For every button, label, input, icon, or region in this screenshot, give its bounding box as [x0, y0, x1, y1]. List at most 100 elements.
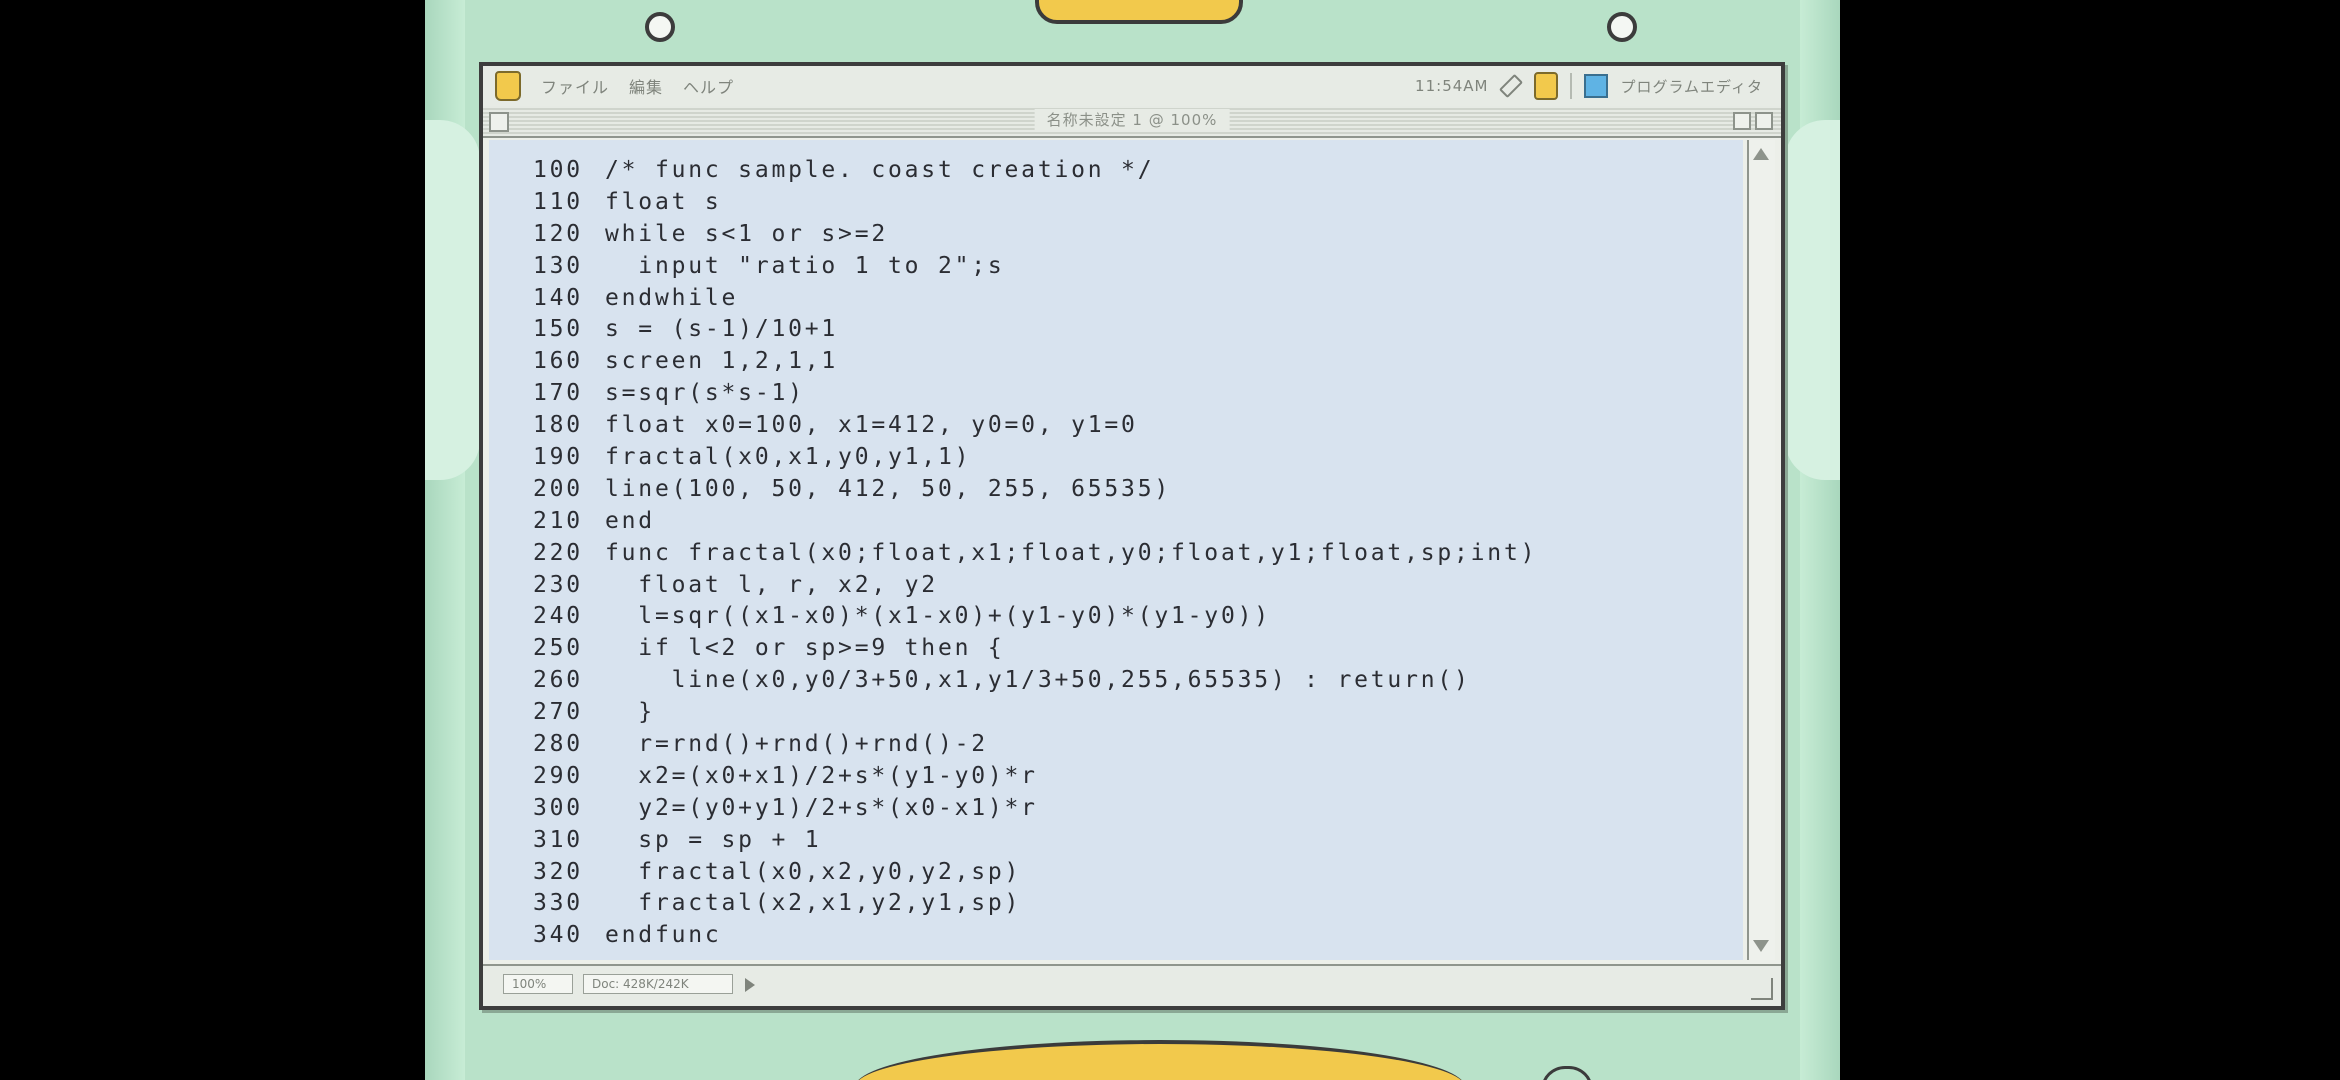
frame-top-clip — [1035, 0, 1243, 24]
line-number: 200 — [533, 475, 583, 502]
frame-screw-right — [1607, 12, 1637, 42]
code-line: 120 while s<1 or s>=2 — [533, 218, 1537, 250]
line-number: 280 — [533, 730, 583, 757]
menu-file[interactable]: ファイル — [541, 74, 609, 98]
line-text: /* func sample. coast creation */ — [605, 156, 1155, 183]
code-line: 280 r=rnd()+rnd()+rnd()-2 — [533, 728, 1537, 760]
code-line: 250 if l<2 or sp>=9 then { — [533, 632, 1537, 664]
scroll-down-icon[interactable] — [1753, 940, 1769, 952]
line-text: input "ratio 1 to 2";s — [605, 252, 1005, 279]
code-line: 270 } — [533, 696, 1537, 728]
scroll-up-icon[interactable] — [1753, 148, 1769, 160]
line-number: 320 — [533, 858, 583, 885]
menu-edit[interactable]: 編集 — [629, 74, 663, 98]
line-text: float x0=100, x1=412, y0=0, y1=0 — [605, 412, 1138, 439]
line-text: func fractal(x0;float,x1;float,y0;float,… — [605, 539, 1538, 566]
line-number: 290 — [533, 762, 583, 789]
line-text: r=rnd()+rnd()+rnd()-2 — [605, 730, 988, 757]
document-size[interactable]: Doc: 428K/242K — [583, 974, 733, 994]
line-number: 250 — [533, 635, 583, 662]
program-editor-icon[interactable] — [1584, 74, 1609, 98]
frame-screw-left — [645, 12, 675, 42]
code-line: 310 sp = sp + 1 — [533, 824, 1537, 856]
collapse-box-icon[interactable] — [1755, 112, 1773, 130]
code-line: 300 y2=(y0+y1)/2+s*(x0-x1)*r — [533, 792, 1537, 824]
code-line: 190 fractal(x0,x1,y0,y1,1) — [533, 441, 1537, 473]
line-text: float s — [605, 188, 722, 215]
code-line: 200 line(100, 50, 412, 50, 255, 65535) — [533, 473, 1537, 505]
window-title: 名称未設定 1 @ 100% — [1034, 109, 1230, 130]
line-number: 150 — [533, 316, 583, 343]
zoom-level[interactable]: 100% — [503, 974, 573, 994]
line-number: 180 — [533, 412, 583, 439]
pencil-icon[interactable] — [1499, 73, 1524, 99]
line-number: 160 — [533, 348, 583, 375]
code-line: 330 fractal(x2,x1,y2,y1,sp) — [533, 887, 1537, 919]
code-line: 160 screen 1,2,1,1 — [533, 345, 1537, 377]
line-text: line(100, 50, 412, 50, 255, 65535) — [605, 475, 1172, 502]
code-line: 240 l=sqr((x1-x0)*(x1-x0)+(y1-y0)*(y1-y0… — [533, 600, 1537, 632]
line-number: 130 — [533, 252, 583, 279]
code-line: 130 input "ratio 1 to 2";s — [533, 250, 1537, 282]
line-number: 330 — [533, 890, 583, 917]
code-line: 210 end — [533, 505, 1537, 537]
code-line: 110 float s — [533, 186, 1537, 218]
status-bar: 100% Doc: 428K/242K — [483, 964, 1781, 1006]
line-number: 310 — [533, 826, 583, 853]
code-editor[interactable]: 100 /* func sample. coast creation */ 110 f… — [489, 140, 1743, 960]
app-switcher-icon[interactable] — [1534, 72, 1559, 100]
apple-menu-icon[interactable] — [495, 71, 521, 101]
line-text: s=sqr(s*s-1) — [605, 380, 805, 407]
line-text: while s<1 or s>=2 — [605, 220, 889, 247]
window-titlebar[interactable]: 名称未設定 1 @ 100% — [483, 106, 1781, 138]
line-text: s = (s-1)/10+1 — [605, 316, 839, 343]
menubar-right: 11:54AM プログラムエディタ — [1415, 72, 1763, 100]
scroll-right-icon[interactable] — [745, 978, 755, 992]
line-text: screen 1,2,1,1 — [605, 348, 839, 375]
line-text: if l<2 or sp>=9 then { — [605, 635, 1005, 662]
line-number: 270 — [533, 699, 583, 726]
line-number: 340 — [533, 922, 583, 949]
resize-grip-icon[interactable] — [1751, 978, 1773, 1000]
line-text: sp = sp + 1 — [605, 826, 822, 853]
code-line: 170 s=sqr(s*s-1) — [533, 377, 1537, 409]
line-number: 110 — [533, 188, 583, 215]
zoom-box-icon[interactable] — [1733, 112, 1751, 130]
vertical-scrollbar[interactable] — [1747, 140, 1775, 960]
code-line: 180 float x0=100, x1=412, y0=0, y1=0 — [533, 409, 1537, 441]
line-number: 240 — [533, 603, 583, 630]
line-text: fractal(x2,x1,y2,y1,sp) — [605, 890, 1022, 917]
line-number: 210 — [533, 507, 583, 534]
line-number: 100 — [533, 156, 583, 183]
line-text: fractal(x0,x1,y0,y1,1) — [605, 443, 972, 470]
line-text: l=sqr((x1-x0)*(x1-x0)+(y1-y0)*(y1-y0)) — [605, 603, 1271, 630]
line-number: 170 — [533, 380, 583, 407]
code-line: 140 endwhile — [533, 282, 1537, 314]
line-number: 220 — [533, 539, 583, 566]
active-app-name[interactable]: プログラムエディタ — [1620, 76, 1763, 97]
code-line: 260 line(x0,y0/3+50,x1,y1/3+50,255,65535… — [533, 664, 1537, 696]
menu-help[interactable]: ヘルプ — [683, 74, 734, 98]
line-text: } — [605, 699, 655, 726]
line-number: 260 — [533, 667, 583, 694]
menubar: ファイル 編集 ヘルプ 11:54AM プログラムエディタ — [483, 66, 1781, 108]
code-line: 100 /* func sample. coast creation */ — [533, 154, 1537, 186]
line-text: y2=(y0+y1)/2+s*(x0-x1)*r — [605, 794, 1038, 821]
code-line: 150 s = (s-1)/10+1 — [533, 313, 1537, 345]
line-number: 300 — [533, 794, 583, 821]
line-number: 190 — [533, 443, 583, 470]
line-text: float l, r, x2, y2 — [605, 571, 938, 598]
menubar-clock: 11:54AM — [1415, 77, 1489, 95]
frame-bottom-mark — [1541, 1066, 1593, 1080]
code-line: 340 endfunc — [533, 919, 1537, 951]
code-line: 220 func fractal(x0;float,x1;float,y0;flo… — [533, 537, 1537, 569]
line-text: x2=(x0+x1)/2+s*(y1-y0)*r — [605, 762, 1038, 789]
close-box-icon[interactable] — [489, 112, 509, 132]
frame-left-notch — [425, 120, 480, 480]
line-number: 140 — [533, 284, 583, 311]
line-text: line(x0,y0/3+50,x1,y1/3+50,255,65535) : … — [605, 667, 1471, 694]
line-number: 120 — [533, 220, 583, 247]
line-text: endfunc — [605, 922, 722, 949]
code-lines: 100 /* func sample. coast creation */ 110 f… — [533, 154, 1537, 951]
code-line: 230 float l, r, x2, y2 — [533, 569, 1537, 601]
